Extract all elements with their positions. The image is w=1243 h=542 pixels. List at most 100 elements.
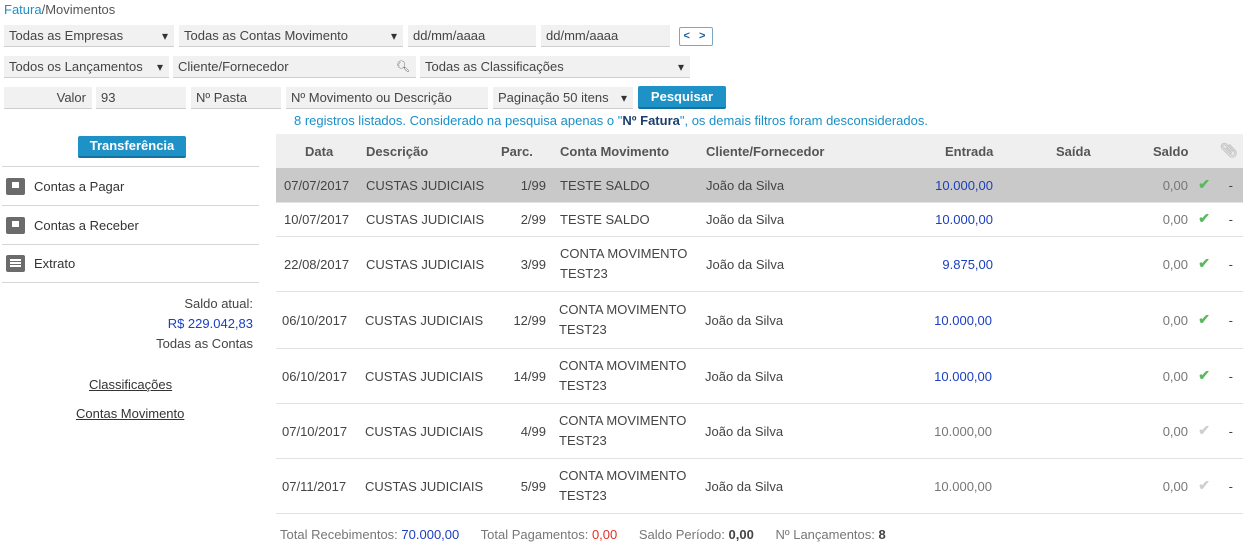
- cell-dash: -: [1228, 178, 1233, 193]
- date-nav-button[interactable]: < >: [679, 27, 713, 46]
- cell-entrada: 10.000,00: [934, 369, 992, 384]
- cell-parc: 4/99: [520, 424, 546, 439]
- breadcrumb-current: Movimentos: [45, 2, 116, 17]
- table-row[interactable]: 06/10/2017 CUSTAS JUDICIAIS 12/99 CONTA …: [276, 292, 1243, 349]
- valor-label: Valor: [4, 87, 92, 109]
- sidebar-item-label: Contas a Pagar: [34, 178, 125, 194]
- sidebar-item-label: Contas a Receber: [34, 217, 139, 233]
- total-pagamentos-label: Total Pagamentos:: [480, 527, 589, 542]
- date-from-input[interactable]: dd/mm/aaaa: [408, 25, 536, 47]
- cell-saldo: 0,00: [1162, 424, 1188, 439]
- cell-cliente: João da Silva: [706, 257, 785, 272]
- cell-parc: 5/99: [520, 479, 546, 494]
- table-row[interactable]: 06/10/2017 CUSTAS JUDICIAIS 14/99 CONTA …: [276, 349, 1243, 404]
- cell-entrada: 10.000,00: [935, 178, 993, 193]
- contas-movimento-select[interactable]: Todas as Contas Movimento: [179, 25, 403, 47]
- table-row[interactable]: 10/07/2017 CUSTAS JUDICIAIS 2/99 TESTE S…: [276, 203, 1243, 237]
- date-to-input[interactable]: dd/mm/aaaa: [541, 25, 670, 47]
- cell-conta-line2: TEST23: [559, 378, 607, 393]
- cell-descricao: CUSTAS JUDICIAIS: [365, 479, 484, 494]
- cell-data: 06/10/2017: [282, 313, 348, 328]
- paginacao-select[interactable]: Paginação 50 itens: [493, 87, 633, 109]
- header-conta-movimento[interactable]: Conta Movimento: [560, 144, 669, 159]
- table-row[interactable]: 22/08/2017 CUSTAS JUDICIAIS 3/99 CONTA M…: [276, 237, 1243, 292]
- info-message-text-2: ", os demais filtros foram desconsiderad…: [679, 113, 928, 128]
- check-icon[interactable]: ✔: [1198, 210, 1210, 227]
- table-row[interactable]: 07/11/2017 CUSTAS JUDICIAIS 5/99 CONTA M…: [276, 459, 1243, 514]
- check-icon[interactable]: ✔: [1198, 422, 1210, 439]
- cell-conta: TESTE SALDO: [560, 178, 650, 193]
- cell-conta: CONTA MOVIMENTO: [559, 358, 687, 373]
- total-pagamentos-value: 0,00: [591, 527, 618, 542]
- cell-cliente: João da Silva: [705, 313, 784, 328]
- cell-conta: CONTA MOVIMENTO: [559, 413, 687, 428]
- cell-data: 06/10/2017: [282, 369, 348, 384]
- cell-cliente: João da Silva: [705, 424, 784, 439]
- check-icon[interactable]: ✔: [1198, 367, 1210, 384]
- info-message: 8 registros listados. Considerado na pes…: [294, 113, 928, 128]
- transferencia-button[interactable]: Transferência: [78, 136, 186, 158]
- breadcrumb: Fatura/Movimentos: [4, 2, 115, 17]
- check-icon[interactable]: ✔: [1198, 311, 1210, 328]
- cliente-fornecedor-input[interactable]: Cliente/Fornecedor 🔍︎: [173, 56, 416, 78]
- cell-dash: -: [1228, 257, 1233, 272]
- saldo-atual-value: R$ 229.042,83: [167, 316, 253, 331]
- saldo-periodo-value: 0,00: [728, 527, 754, 542]
- saldo-atual-scope: Todas as Contas: [156, 336, 253, 351]
- numero-lancamentos-value: 8: [878, 527, 886, 542]
- header-entrada[interactable]: Entrada: [945, 144, 993, 159]
- check-icon[interactable]: ✔: [1198, 176, 1210, 193]
- classificacoes-select[interactable]: Todas as Classificações: [420, 56, 690, 78]
- header-parc[interactable]: Parc.: [501, 144, 533, 159]
- numero-lancamentos-label: Nº Lançamentos:: [775, 527, 875, 542]
- header-descricao[interactable]: Descrição: [366, 144, 428, 159]
- cell-saldo: 0,00: [1162, 257, 1188, 272]
- movimento-descricao-input[interactable]: Nº Movimento ou Descrição: [286, 87, 488, 109]
- sidebar-item-contas-a-receber[interactable]: Contas a Receber: [2, 205, 259, 244]
- cell-entrada: 10.000,00: [934, 479, 992, 494]
- pasta-input[interactable]: Nº Pasta: [191, 87, 281, 109]
- contas-movimento-link[interactable]: Contas Movimento: [76, 406, 184, 421]
- cell-saldo: 0,00: [1162, 212, 1188, 227]
- valor-input[interactable]: 93: [96, 87, 186, 109]
- cell-parc: 14/99: [513, 369, 546, 384]
- document-icon: [6, 255, 25, 272]
- sidebar-item-extrato[interactable]: Extrato: [2, 244, 259, 283]
- cell-saldo: 0,00: [1162, 313, 1188, 328]
- total-recebimentos-value: 70.000,00: [401, 527, 460, 542]
- cell-conta: CONTA MOVIMENTO: [560, 246, 688, 261]
- lancamentos-select[interactable]: Todos os Lançamentos: [4, 56, 169, 78]
- check-icon[interactable]: ✔: [1198, 477, 1210, 494]
- cell-parc: 1/99: [520, 178, 546, 193]
- sidebar-menu: Contas a Pagar Contas a Receber Extrato: [2, 166, 259, 283]
- empresas-select[interactable]: Todas as Empresas: [4, 25, 174, 47]
- classificacoes-link[interactable]: Classificações: [89, 377, 172, 392]
- cell-conta: CONTA MOVIMENTO: [559, 468, 687, 483]
- cell-descricao: CUSTAS JUDICIAIS: [365, 424, 484, 439]
- cell-descricao: CUSTAS JUDICIAIS: [366, 212, 485, 227]
- cell-descricao: CUSTAS JUDICIAIS: [366, 257, 485, 272]
- sidebar-item-contas-a-pagar[interactable]: Contas a Pagar: [2, 166, 259, 205]
- search-icon[interactable]: 🔍︎: [396, 56, 410, 77]
- table-row[interactable]: 07/07/2017 CUSTAS JUDICIAIS 1/99 TESTE S…: [276, 168, 1243, 203]
- table-row[interactable]: 07/10/2017 CUSTAS JUDICIAIS 4/99 CONTA M…: [276, 404, 1243, 459]
- cell-descricao: CUSTAS JUDICIAIS: [365, 313, 484, 328]
- breadcrumb-fatura-link[interactable]: Fatura: [4, 2, 42, 17]
- cell-data: 10/07/2017: [284, 212, 350, 227]
- cell-conta-line2: TEST23: [560, 266, 608, 281]
- header-saida[interactable]: Saída: [1056, 144, 1091, 159]
- header-data[interactable]: Data: [305, 144, 333, 159]
- cell-conta-line2: TEST23: [559, 322, 607, 337]
- cell-entrada: 10.000,00: [934, 424, 992, 439]
- cell-conta: TESTE SALDO: [560, 212, 650, 227]
- paperclip-icon: 📎︎: [1220, 142, 1238, 158]
- info-message-text-1: 8 registros listados. Considerado na pes…: [294, 113, 623, 128]
- header-cliente-fornecedor[interactable]: Cliente/Fornecedor: [706, 144, 824, 159]
- cell-dash: -: [1228, 369, 1233, 384]
- cell-parc: 12/99: [513, 313, 546, 328]
- cell-cliente: João da Silva: [705, 479, 784, 494]
- header-saldo[interactable]: Saldo: [1153, 144, 1188, 159]
- check-icon[interactable]: ✔: [1198, 255, 1210, 272]
- cell-data: 07/11/2017: [282, 479, 347, 494]
- pesquisar-button[interactable]: Pesquisar: [638, 86, 726, 109]
